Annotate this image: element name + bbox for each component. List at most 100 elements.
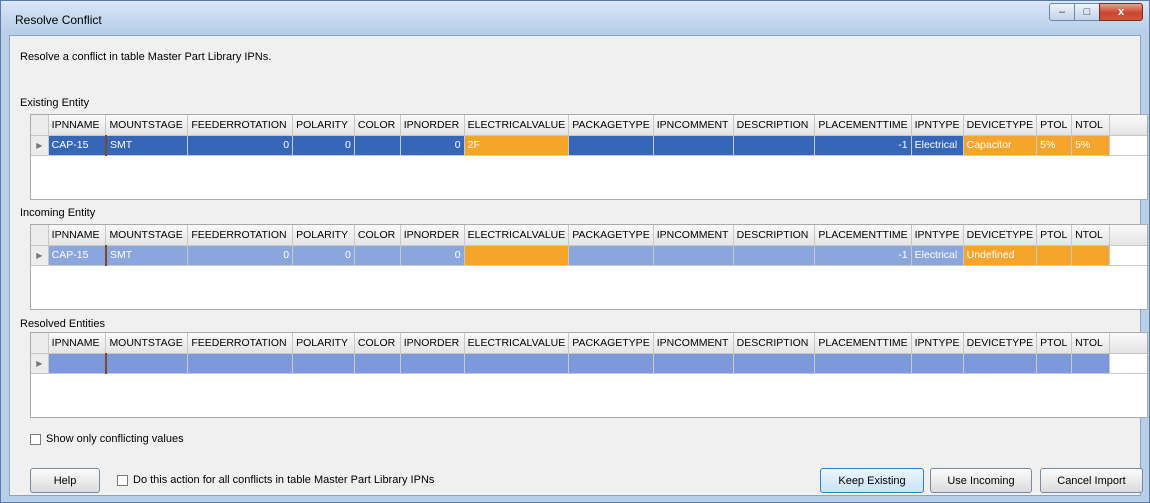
cell-ipnorder[interactable] <box>400 353 465 374</box>
cell-feederrotation[interactable] <box>187 353 294 374</box>
column-header-mountstage[interactable]: MOUNTSTAGE <box>105 225 189 246</box>
cell-packagetype[interactable] <box>568 245 654 266</box>
cell-polarity[interactable] <box>292 353 355 374</box>
cell-ipnorder[interactable]: 0 <box>400 245 465 266</box>
cell-color[interactable] <box>354 245 401 266</box>
cell-description[interactable] <box>733 245 816 266</box>
cell-polarity[interactable]: 0 <box>292 135 355 156</box>
cell-ipnname[interactable]: CAP-15 <box>48 245 107 266</box>
column-header-packagetype[interactable]: PACKAGETYPE <box>568 115 654 136</box>
column-header-ipntype[interactable]: IPNTYPE <box>911 333 964 354</box>
cell-description[interactable] <box>733 135 816 156</box>
row-indicator-icon[interactable]: ▶ <box>31 245 49 266</box>
column-header-ipntype[interactable]: IPNTYPE <box>911 225 964 246</box>
keep-existing-button[interactable]: Keep Existing <box>820 468 924 493</box>
row-indicator-icon[interactable]: ▶ <box>31 135 49 156</box>
cell-placementtime[interactable]: -1 <box>814 135 912 156</box>
column-header-ntol[interactable]: NTOL <box>1071 115 1110 136</box>
cell-ipnname[interactable]: CAP-15 <box>48 135 107 156</box>
column-header-polarity[interactable]: POLARITY <box>292 333 355 354</box>
column-header-electricalvalue[interactable]: ELECTRICALVALUE <box>464 115 570 136</box>
cell-color[interactable] <box>354 135 401 156</box>
column-header-devicetype[interactable]: DEVICETYPE <box>963 115 1038 136</box>
column-header-placementtime[interactable]: PLACEMENTTIME <box>814 225 912 246</box>
column-header-packagetype[interactable]: PACKAGETYPE <box>568 225 654 246</box>
cell-electricalvalue[interactable]: 2F <box>464 135 570 156</box>
show-conflicting-option[interactable]: Show only conflicting values <box>30 433 184 445</box>
cell-devicetype[interactable]: Undefined <box>963 245 1038 266</box>
cell-placementtime[interactable]: -1 <box>814 245 912 266</box>
cell-electricalvalue[interactable] <box>464 353 570 374</box>
help-button[interactable]: Help <box>30 468 100 493</box>
column-header-feederrotation[interactable]: FEEDERROTATION <box>187 115 294 136</box>
column-header-electricalvalue[interactable]: ELECTRICALVALUE <box>464 333 570 354</box>
column-header-ptol[interactable]: PTOL <box>1036 225 1073 246</box>
cell-devicetype[interactable] <box>963 353 1038 374</box>
column-header-placementtime[interactable]: PLACEMENTTIME <box>814 333 912 354</box>
cell-ptol[interactable] <box>1036 245 1073 266</box>
minimize-icon[interactable]: – <box>1049 3 1075 21</box>
title-bar[interactable]: Resolve Conflict – □ x <box>1 1 1149 34</box>
column-header-mountstage[interactable]: MOUNTSTAGE <box>105 333 189 354</box>
column-header-description[interactable]: DESCRIPTION <box>733 333 816 354</box>
column-header-electricalvalue[interactable]: ELECTRICALVALUE <box>464 225 570 246</box>
column-header-ipnname[interactable]: IPNNAME <box>48 115 107 136</box>
cell-ipncomment[interactable] <box>653 353 734 374</box>
column-header-ipnorder[interactable]: IPNORDER <box>400 115 465 136</box>
apply-all-option[interactable]: Do this action for all conflicts in tabl… <box>117 474 434 486</box>
cell-ipntype[interactable]: Electrical <box>911 245 964 266</box>
column-header-feederrotation[interactable]: FEEDERROTATION <box>187 333 294 354</box>
column-header-ipncomment[interactable]: IPNCOMMENT <box>653 225 734 246</box>
table-row[interactable]: ▶ CAP-15 SMT 0 0 0 -1 Electrical Undefined <box>31 245 1147 266</box>
cell-feederrotation[interactable]: 0 <box>187 135 294 156</box>
column-header-polarity[interactable]: POLARITY <box>292 225 355 246</box>
cell-mountstage[interactable]: SMT <box>105 135 189 156</box>
cell-ipntype[interactable] <box>911 353 964 374</box>
maximize-icon[interactable]: □ <box>1074 3 1100 21</box>
column-header-ipncomment[interactable]: IPNCOMMENT <box>653 115 734 136</box>
cell-mountstage[interactable]: SMT <box>105 245 189 266</box>
close-icon[interactable]: x <box>1099 3 1143 21</box>
column-header-ntol[interactable]: NTOL <box>1071 333 1110 354</box>
table-row[interactable]: ▶ <box>31 353 1147 374</box>
cell-ipnorder[interactable]: 0 <box>400 135 465 156</box>
cell-feederrotation[interactable]: 0 <box>187 245 294 266</box>
cell-placementtime[interactable] <box>814 353 912 374</box>
row-indicator-icon[interactable]: ▶ <box>31 353 49 374</box>
column-header-devicetype[interactable]: DEVICETYPE <box>963 225 1038 246</box>
table-row[interactable]: ▶ CAP-15 SMT 0 0 0 2F -1 Electrical Capacitor 5% 5% <box>31 135 1147 156</box>
column-header-ntol[interactable]: NTOL <box>1071 225 1110 246</box>
column-header-ipncomment[interactable]: IPNCOMMENT <box>653 333 734 354</box>
incoming-entity-grid[interactable]: IPNNAME MOUNTSTAGE FEEDERROTATION POLARITY C… <box>30 224 1148 310</box>
column-header-polarity[interactable]: POLARITY <box>292 115 355 136</box>
cell-devicetype[interactable]: Capacitor <box>963 135 1038 156</box>
cell-polarity[interactable]: 0 <box>292 245 355 266</box>
cell-electricalvalue[interactable] <box>464 245 570 266</box>
cell-packagetype[interactable] <box>568 135 654 156</box>
show-conflicting-checkbox[interactable] <box>30 433 41 445</box>
cancel-import-button[interactable]: Cancel Import <box>1040 468 1143 493</box>
column-header-ipnorder[interactable]: IPNORDER <box>400 333 465 354</box>
cell-ipncomment[interactable] <box>653 245 734 266</box>
column-header-color[interactable]: COLOR <box>354 225 401 246</box>
apply-all-checkbox[interactable] <box>117 474 128 486</box>
existing-entity-grid[interactable]: IPNNAME MOUNTSTAGE FEEDERROTATION POLARITY C… <box>30 114 1148 200</box>
cell-ntol[interactable] <box>1071 353 1110 374</box>
use-incoming-button[interactable]: Use Incoming <box>930 468 1032 493</box>
cell-mountstage[interactable] <box>105 353 189 374</box>
column-header-ptol[interactable]: PTOL <box>1036 115 1073 136</box>
column-header-color[interactable]: COLOR <box>354 115 401 136</box>
column-header-ipntype[interactable]: IPNTYPE <box>911 115 964 136</box>
column-header-ipnorder[interactable]: IPNORDER <box>400 225 465 246</box>
column-header-description[interactable]: DESCRIPTION <box>733 225 816 246</box>
cell-ptol[interactable]: 5% <box>1036 135 1073 156</box>
cell-ntol[interactable]: 5% <box>1071 135 1110 156</box>
column-header-packagetype[interactable]: PACKAGETYPE <box>568 333 654 354</box>
cell-description[interactable] <box>733 353 816 374</box>
column-header-devicetype[interactable]: DEVICETYPE <box>963 333 1038 354</box>
cell-packagetype[interactable] <box>568 353 654 374</box>
column-header-ptol[interactable]: PTOL <box>1036 333 1073 354</box>
column-header-color[interactable]: COLOR <box>354 333 401 354</box>
resolved-entities-grid[interactable]: IPNNAME MOUNTSTAGE FEEDERROTATION POLARITY C… <box>30 332 1148 418</box>
column-header-mountstage[interactable]: MOUNTSTAGE <box>105 115 189 136</box>
